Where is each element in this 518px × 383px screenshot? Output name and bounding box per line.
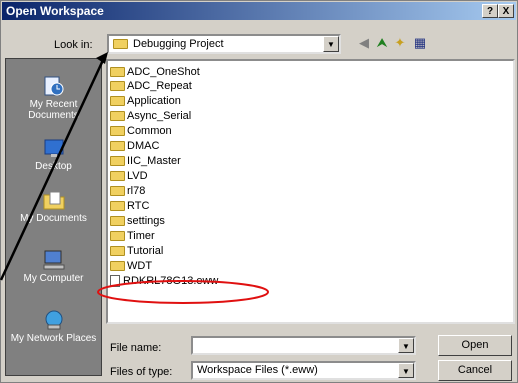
item-label: IIC_Master	[127, 155, 181, 167]
item-label: RDKRL78G13.eww	[123, 275, 219, 287]
new-folder-icon[interactable]: ✦	[391, 35, 409, 51]
my-computer-icon	[43, 250, 64, 270]
folder-icon	[110, 126, 125, 136]
place-recent-documents[interactable]: My Recent Documents	[6, 75, 101, 121]
item-label: ADC_OneShot	[127, 66, 200, 78]
place-label: My Recent Documents	[28, 99, 79, 121]
list-item[interactable]: Application	[110, 94, 181, 108]
recent-documents-icon	[44, 76, 63, 96]
open-button[interactable]: Open	[438, 335, 512, 356]
open-workspace-dialog: Open Workspace ? X Look in: Debugging Pr…	[0, 0, 518, 383]
list-item[interactable]: ADC_OneShot	[110, 65, 200, 79]
folder-icon	[113, 39, 128, 49]
file-list[interactable]: ADC_OneShot ADC_Repeat Application Async…	[106, 59, 515, 324]
chevron-down-icon[interactable]: ▼	[398, 363, 414, 378]
cancel-button[interactable]: Cancel	[438, 360, 512, 381]
list-item[interactable]: Tutorial	[110, 244, 163, 258]
close-button[interactable]: X	[498, 4, 514, 18]
list-item[interactable]: RTC	[110, 199, 149, 213]
lookin-value: Debugging Project	[133, 38, 224, 50]
folder-icon	[110, 67, 125, 77]
lookin-dropdown[interactable]: Debugging Project ▼	[107, 34, 341, 54]
up-folder-icon[interactable]: ⮝	[373, 35, 391, 51]
place-label: My Computer	[23, 273, 84, 284]
item-label: ADC_Repeat	[127, 80, 192, 92]
lookin-label: Look in:	[54, 39, 93, 51]
chevron-down-icon[interactable]: ▼	[398, 338, 414, 353]
list-item[interactable]: Async_Serial	[110, 109, 191, 123]
item-label: DMAC	[127, 140, 160, 152]
place-desktop[interactable]: Desktop	[6, 137, 101, 172]
folder-icon	[110, 201, 125, 211]
folder-icon	[110, 246, 125, 256]
list-item[interactable]: LVD	[110, 169, 148, 183]
place-my-computer[interactable]: My Computer	[6, 249, 101, 284]
desktop-icon	[44, 139, 63, 157]
filetype-value: Workspace Files (*.eww)	[197, 364, 318, 376]
filetype-label: Files of type:	[110, 366, 173, 378]
filename-label: File name:	[110, 342, 162, 354]
item-label: settings	[127, 215, 165, 227]
folder-icon	[110, 171, 125, 181]
place-label: Desktop	[35, 161, 72, 172]
chevron-down-icon[interactable]: ▼	[323, 36, 339, 52]
item-label: Timer	[127, 230, 155, 242]
folder-icon	[110, 156, 125, 166]
filename-input[interactable]: ▼	[191, 336, 416, 355]
folder-icon	[110, 81, 125, 91]
title-bar: Open Workspace ? X	[2, 2, 516, 20]
folder-icon	[110, 261, 125, 271]
folder-icon	[110, 186, 125, 196]
folder-icon	[110, 96, 125, 106]
place-network-places[interactable]: My Network Places	[6, 309, 101, 344]
network-places-icon	[45, 310, 62, 330]
back-arrow-icon[interactable]: ◀	[355, 35, 373, 51]
help-button[interactable]: ?	[482, 4, 498, 18]
workspace-file-item[interactable]: RDKRL78G13.eww	[110, 274, 218, 288]
item-label: RTC	[127, 200, 150, 212]
list-item[interactable]: WDT	[110, 259, 152, 273]
list-item[interactable]: rl78	[110, 184, 145, 198]
filetype-select[interactable]: Workspace Files (*.eww) ▼	[191, 361, 416, 380]
list-item[interactable]: Timer	[110, 229, 155, 243]
item-label: rl78	[127, 185, 146, 197]
place-label: My Network Places	[10, 333, 97, 344]
item-label: LVD	[127, 170, 148, 182]
window-title: Open Workspace	[6, 4, 104, 18]
places-bar: My Recent Documents Desktop My Documents…	[5, 58, 102, 376]
my-documents-icon	[43, 191, 64, 210]
item-label: Common	[127, 125, 172, 137]
item-label: Async_Serial	[127, 110, 192, 122]
item-label: Application	[127, 95, 181, 107]
item-label: Tutorial	[127, 245, 164, 257]
list-item[interactable]: IIC_Master	[110, 154, 181, 168]
folder-icon	[110, 231, 125, 241]
folder-icon	[110, 111, 125, 121]
list-item[interactable]: DMAC	[110, 139, 159, 153]
folder-icon	[110, 216, 125, 226]
place-label: My Documents	[20, 213, 87, 224]
list-item[interactable]: settings	[110, 214, 165, 228]
views-menu-icon[interactable]: ▦	[411, 35, 429, 51]
list-item[interactable]: ADC_Repeat	[110, 79, 192, 93]
place-my-documents[interactable]: My Documents	[6, 189, 101, 224]
folder-icon	[110, 141, 125, 151]
workspace-file-icon	[110, 275, 120, 287]
item-label: WDT	[127, 260, 153, 272]
list-item[interactable]: Common	[110, 124, 172, 138]
